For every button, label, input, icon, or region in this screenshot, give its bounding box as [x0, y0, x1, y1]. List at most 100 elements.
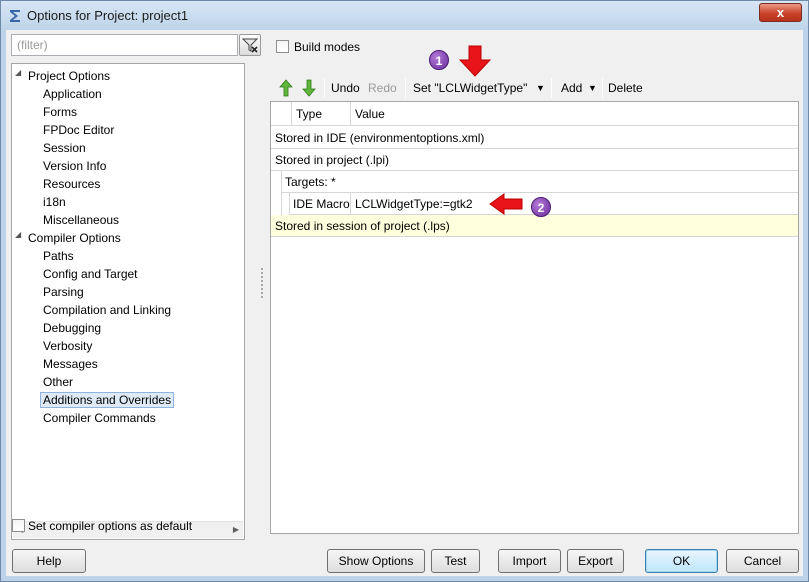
import-button[interactable]: Import	[498, 549, 561, 573]
lazarus-app-icon	[10, 10, 20, 22]
tree-item-label: Other	[43, 375, 74, 389]
show-options-button[interactable]: Show Options	[327, 549, 425, 573]
expand-compiler-options-icon[interactable]: ◢	[15, 230, 25, 248]
tree-item-label: Application	[43, 87, 102, 101]
tree-item-label: Paths	[43, 249, 74, 263]
title-bar[interactable]: Options for Project: project1 x	[1, 1, 808, 29]
set-default-checkbox[interactable]	[12, 519, 25, 532]
tree-item-label: Verbosity	[43, 339, 93, 353]
add-dropdown-icon[interactable]: ▼	[588, 80, 597, 96]
grid-row-project[interactable]: Stored in project (.lpi)	[271, 149, 798, 171]
tree-item-fpdoc-editor[interactable]: FPDoc Editor	[40, 121, 117, 139]
filter-input[interactable]: (filter)	[11, 34, 238, 56]
tree-item-label: Resources	[43, 177, 101, 191]
tree-item-application[interactable]: Application	[40, 85, 105, 103]
annotation-arrow-down-icon	[458, 45, 492, 77]
move-up-icon[interactable]	[279, 79, 293, 97]
tree-item-paths[interactable]: Paths	[40, 247, 77, 265]
scroll-right-icon[interactable]: ▶	[233, 525, 239, 534]
options-tree[interactable]: ◢ Project Options Application Forms FPDoc …	[11, 63, 245, 540]
clear-filter-button[interactable]	[239, 34, 261, 56]
tree-item-label: Session	[43, 141, 86, 155]
tree-item-session[interactable]: Session	[40, 139, 89, 157]
set-dropdown-icon[interactable]: ▼	[536, 80, 545, 96]
tree-item-label: Miscellaneous	[43, 213, 120, 227]
tree-item-config-and-target[interactable]: Config and Target	[40, 265, 141, 283]
options-dialog: Options for Project: project1 x (filter)…	[0, 0, 809, 582]
row-text: Stored in project (.lpi)	[275, 153, 390, 167]
panel-splitter[interactable]	[260, 266, 264, 302]
tree-item-label: Forms	[43, 105, 77, 119]
tree-item-compilation-and-linking[interactable]: Compilation and Linking	[40, 301, 174, 319]
tree-item-i18n[interactable]: i18n	[40, 193, 69, 211]
tree-item-resources[interactable]: Resources	[40, 175, 103, 193]
filter-clear-icon	[241, 38, 259, 53]
toolbar-separator	[602, 78, 603, 98]
tree-item-label: Compilation and Linking	[43, 303, 172, 317]
undo-button[interactable]: Undo	[331, 80, 360, 96]
expand-project-options-icon[interactable]: ◢	[15, 68, 25, 86]
export-button[interactable]: Export	[567, 549, 624, 573]
tree-item-compiler-options[interactable]: Compiler Options	[25, 229, 124, 247]
tree-item-parsing[interactable]: Parsing	[40, 283, 87, 301]
indent-line	[281, 171, 282, 215]
close-button[interactable]: x	[759, 3, 802, 22]
tree-item-label: Version Info	[43, 159, 107, 173]
build-modes-label: Build modes	[294, 40, 361, 54]
build-modes-checkbox[interactable]	[276, 40, 289, 53]
grid-row-targets[interactable]: Targets: *	[281, 171, 798, 193]
redo-button[interactable]: Redo	[368, 80, 397, 96]
tree-item-label: Debugging	[43, 321, 102, 335]
tree-item-label: Additions and Overrides	[40, 392, 175, 408]
help-button[interactable]: Help	[12, 549, 86, 573]
test-button[interactable]: Test	[431, 549, 480, 573]
tree-item-other[interactable]: Other	[40, 373, 76, 391]
toolbar-separator	[405, 78, 406, 98]
delete-button[interactable]: Delete	[608, 80, 643, 96]
tree-item-label: Parsing	[43, 285, 84, 299]
tree-item-label: Config and Target	[43, 267, 138, 281]
cancel-button[interactable]: Cancel	[726, 549, 799, 573]
annotation-marker-1: 1	[429, 50, 449, 70]
close-icon: x	[776, 5, 785, 20]
tree-item-verbosity[interactable]: Verbosity	[40, 337, 95, 355]
dialog-client-area: (filter) ◢ Project Options Application Fo…	[6, 30, 803, 576]
tree-item-label: Messages	[43, 357, 98, 371]
window-title: Options for Project: project1	[27, 8, 189, 23]
annotation-arrow-left-icon	[489, 193, 523, 215]
grid-row-ide[interactable]: Stored in IDE (environmentoptions.xml)	[271, 127, 798, 149]
tree-item-label: Compiler Commands	[43, 411, 156, 425]
tree-item-label: FPDoc Editor	[43, 123, 115, 137]
tree-item-version-info[interactable]: Version Info	[40, 157, 109, 175]
tree-item-debugging[interactable]: Debugging	[40, 319, 104, 337]
grid-header: Type Value	[271, 102, 798, 126]
annotation-marker-2: 2	[531, 197, 551, 217]
row-text: Stored in IDE (environmentoptions.xml)	[275, 131, 485, 145]
tree-item-forms[interactable]: Forms	[40, 103, 80, 121]
column-header-type[interactable]: Type	[296, 107, 322, 121]
cell-separator	[350, 193, 351, 215]
tree-item-compiler-commands[interactable]: Compiler Commands	[40, 409, 159, 427]
move-down-icon[interactable]	[302, 79, 316, 97]
tree-item-label: i18n	[43, 195, 66, 209]
tree-item-messages[interactable]: Messages	[40, 355, 101, 373]
row-text: Stored in session of project (.lps)	[275, 219, 450, 233]
row-type: IDE Macro	[293, 197, 350, 211]
column-separator	[291, 102, 292, 126]
column-separator	[350, 102, 351, 126]
toolbar-separator	[551, 78, 552, 98]
grid-row-session[interactable]: Stored in session of project (.lps)	[271, 215, 798, 237]
column-header-value[interactable]: Value	[355, 107, 385, 121]
set-lclwidgettype-button[interactable]: Set "LCLWidgetType"	[413, 80, 527, 96]
overrides-grid[interactable]: Type Value Stored in IDE (environmentopt…	[270, 101, 799, 534]
row-text: Targets: *	[285, 175, 336, 189]
indent-line	[289, 193, 290, 215]
toolbar-separator	[324, 78, 325, 98]
tree-item-additions-and-overrides[interactable]: Additions and Overrides	[40, 391, 175, 409]
add-button[interactable]: Add	[561, 80, 582, 96]
ok-button[interactable]: OK	[645, 549, 718, 573]
tree-item-project-options[interactable]: Project Options	[25, 67, 113, 85]
set-default-label: Set compiler options as default	[28, 519, 193, 533]
toolbar: Undo Redo Set "LCLWidgetType" ▼ Add ▼ De…	[271, 76, 799, 101]
tree-item-miscellaneous[interactable]: Miscellaneous	[40, 211, 122, 229]
